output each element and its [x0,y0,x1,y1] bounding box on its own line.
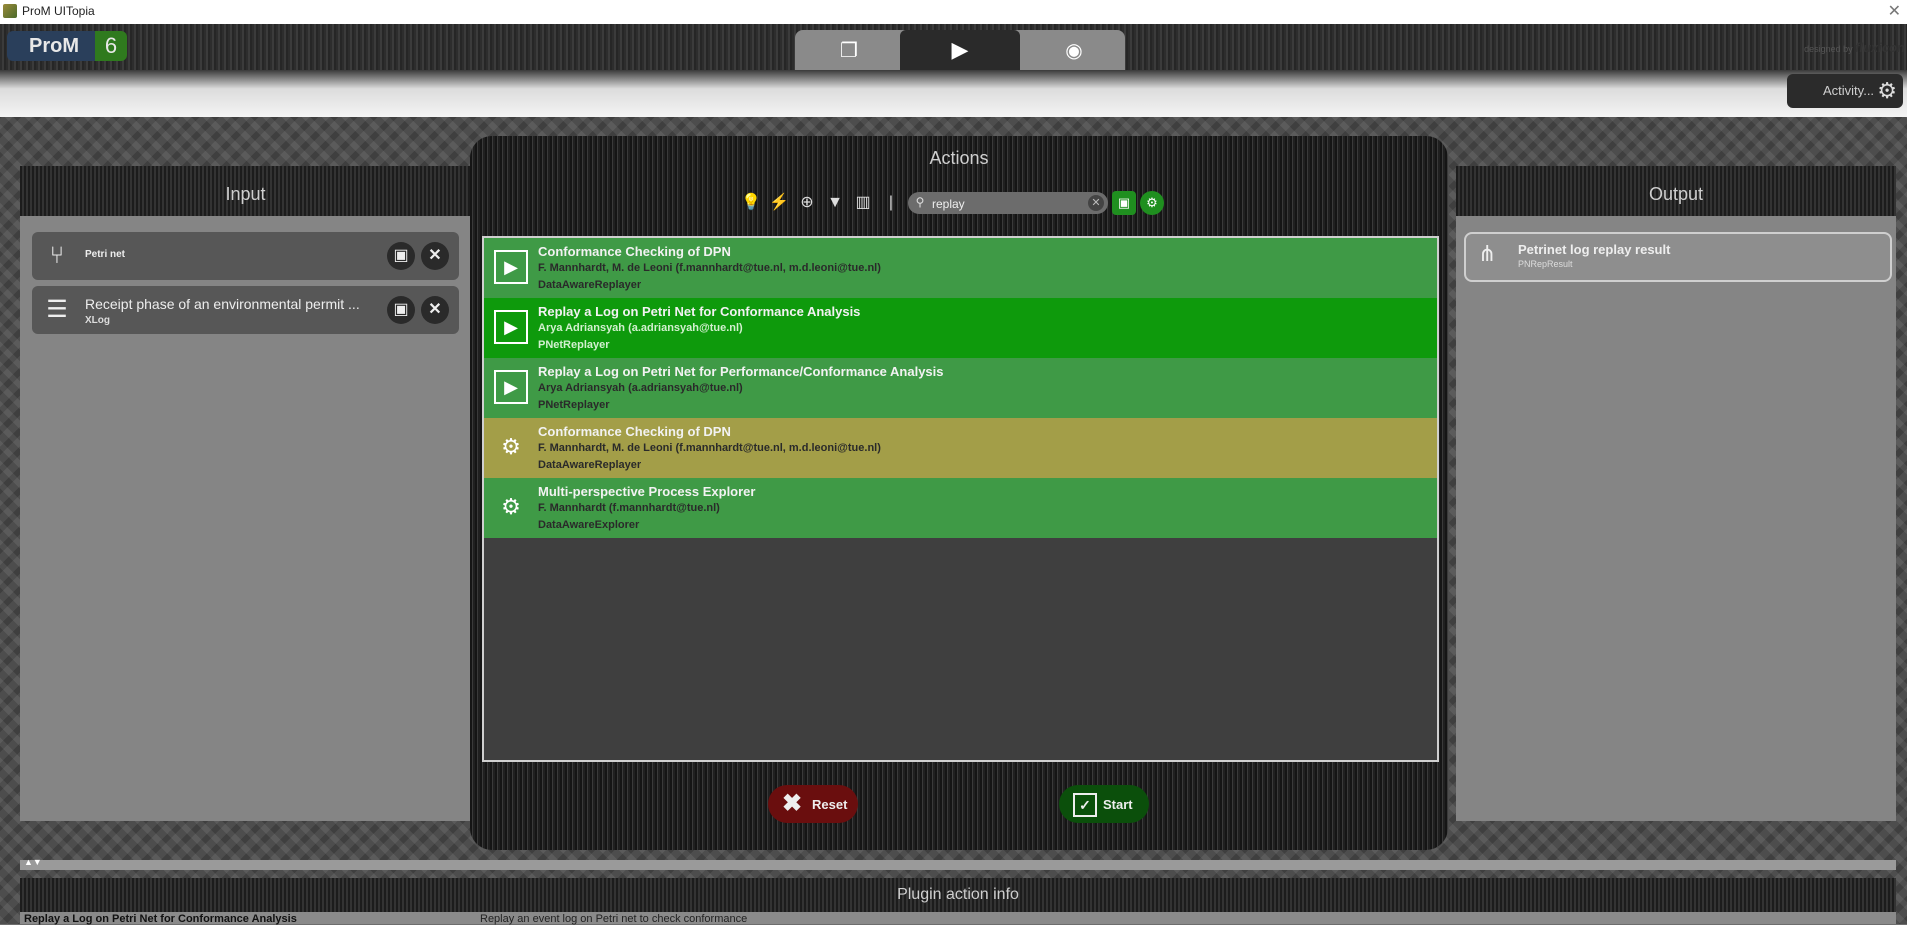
interactive-plugin-icon: ▶ [494,310,528,344]
play-icon: ▶ [951,37,969,62]
clear-search-icon[interactable]: ✕ [1088,195,1104,211]
interactive-plugins-toggle[interactable]: ▣ [1112,191,1136,215]
app-icon [3,4,17,18]
reset-button[interactable]: ✖ Reset [768,785,858,823]
gear-icon: ⚙ [1877,78,1897,103]
remove-icon[interactable]: ✕ [421,242,449,270]
plugin-authors: Arya Adriansyah (a.adriansyah@tue.nl) [538,382,743,394]
copy-icon[interactable]: ▣ [387,296,415,324]
reset-label: Reset [812,797,848,812]
remove-icon[interactable]: ✕ [421,296,449,324]
plugin-row[interactable]: ⚙ Conformance Checking of DPN F. Mannhar… [484,418,1437,478]
input-item-name: Receipt phase of an environmental permit… [85,296,360,312]
plugin-authors: F. Mannhardt, M. de Leoni (f.mannhardt@t… [538,442,881,454]
automatic-plugin-icon: ⚙ [501,434,521,459]
plugin-list: ▶ Conformance Checking of DPN F. Mannhar… [482,236,1439,762]
logo-version: 6 [95,31,127,61]
plugin-authors: F. Mannhardt (f.mannhardt@tue.nl) [538,502,720,514]
plugin-package: DataAwareReplayer [538,279,642,291]
plugin-title: Replay a Log on Petri Net for Conformanc… [538,304,861,319]
plugin-authors: F. Mannhardt, M. de Leoni (f.mannhardt@t… [538,262,881,274]
pages-icon: ❐ [840,39,858,62]
tab-views[interactable]: ◉ [1020,30,1128,70]
plugin-row[interactable]: ▶ Replay a Log on Petri Net for Performa… [484,358,1437,418]
plugin-title: Replay a Log on Petri Net for Performanc… [538,364,944,379]
plugin-package: PNetReplayer [538,339,610,351]
petri-net-icon: ⑂ [49,242,65,269]
target-icon[interactable]: ⊕ [796,192,818,214]
collapse-arrows-icon[interactable]: ▲▼ [24,857,42,867]
automatic-plugin-icon: ⚙ [501,494,521,519]
start-button[interactable]: ✓ Start [1059,785,1149,823]
tab-workspace[interactable]: ❐ [795,30,903,70]
plugin-authors: Arya Adriansyah (a.adriansyah@tue.nl) [538,322,743,334]
tab-actions[interactable]: ▶ [900,30,1020,70]
input-panel-title: Input [20,166,471,216]
close-icon: ✖ [782,790,803,817]
plugin-row[interactable]: ▶ Conformance Checking of DPN F. Mannhar… [484,238,1437,298]
activity-button[interactable]: Activity... ⚙ [1787,74,1903,108]
output-panel: Output ⋔ Petrinet log replay result PNRe… [1456,166,1896,821]
input-panel: Input ⑂ Petri net ▣ ✕ ☰ Receipt phase of… [20,166,471,821]
logo-text: ProM [7,31,99,61]
input-item[interactable]: ☰ Receipt phase of an environmental perm… [32,286,459,334]
plugin-info-title: Plugin action info [897,886,1019,903]
output-item-name: Petrinet log replay result [1518,242,1671,257]
brand-credit: designed by fluxicon [1804,40,1905,55]
graph-icon: ⋔ [1478,241,1497,266]
activity-label: Activity... [1823,83,1875,98]
plugin-info-description: Replay an event log on Petri net to chec… [480,913,748,925]
output-panel-title: Output [1456,166,1896,216]
actions-panel: Actions 💡 ⚡ ⊕ ▼ ▥ | ⚲ ✕ ▣ ⚙ ▶ Conformanc… [470,136,1448,850]
separator: | [888,194,894,211]
actions-panel-title: Actions [929,148,989,168]
start-label: Start [1103,797,1133,812]
input-item-name: Petri net [85,249,126,260]
plugin-package: DataAwareExplorer [538,519,640,531]
plugin-title: Conformance Checking of DPN [538,424,731,439]
output-item[interactable]: ⋔ Petrinet log replay result PNRepResult [1464,232,1892,282]
prom-logo: ProM 6 [7,31,127,61]
plugin-title: Conformance Checking of DPN [538,244,731,259]
chart-icon[interactable]: ▥ [852,192,874,214]
view-tabs: ❐ ▶ ◉ [795,30,1125,70]
eye-icon: ◉ [1065,39,1083,62]
brand-name: fluxicon [1855,40,1905,55]
plugin-info-panel: Plugin action info Replay a Log on Petri… [20,878,1896,925]
close-icon[interactable]: ✕ [1888,1,1901,21]
search-box: ⚲ ✕ [908,192,1108,214]
input-item-type: XLog [85,315,110,326]
automatic-plugins-toggle[interactable]: ⚙ [1140,191,1164,215]
document-icon: ☰ [46,296,68,323]
panel-splitter[interactable]: ▲▼ [20,857,1896,870]
input-item[interactable]: ⑂ Petri net ▣ ✕ [32,232,459,280]
search-input[interactable] [930,194,1084,214]
search-icon: ⚲ [915,195,925,209]
filter-icon[interactable]: ▼ [824,192,846,214]
plugin-title: Multi-perspective Process Explorer [538,484,756,499]
plugin-package: PNetReplayer [538,399,610,411]
checkbox-icon: ✓ [1073,793,1097,817]
copy-icon[interactable]: ▣ [387,242,415,270]
lightning-icon[interactable]: ⚡ [768,192,790,214]
lightbulb-icon[interactable]: 💡 [740,192,762,214]
interactive-plugin-icon: ▶ [494,370,528,404]
plugin-row-selected[interactable]: ▶ Replay a Log on Petri Net for Conforma… [484,298,1437,358]
plugin-package: DataAwareReplayer [538,459,642,471]
interactive-plugin-icon: ▶ [494,250,528,284]
plugin-info-name: Replay a Log on Petri Net for Conformanc… [24,913,297,925]
window-title: ProM UITopia [22,4,95,18]
output-item-type: PNRepResult [1518,259,1573,269]
window-title-bar: ProM UITopia ✕ [0,0,1907,24]
plugin-row[interactable]: ⚙ Multi-perspective Process Explorer F. … [484,478,1437,538]
actions-toolbar: 💡 ⚡ ⊕ ▼ ▥ | ⚲ ✕ ▣ ⚙ [740,188,1170,218]
